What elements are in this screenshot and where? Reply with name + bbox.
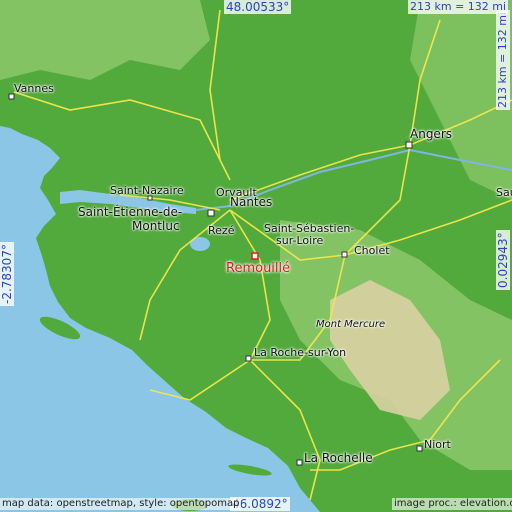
main-place-marker [251, 252, 259, 260]
scale-horizontal-label: 213 km = 132 mi [408, 0, 509, 14]
place-label-saint-sebastien-2: sur-Loire [276, 234, 324, 247]
place-label-mont-mercure: Mont Mercure [316, 319, 386, 330]
coord-top-label: 48.00533° [224, 0, 292, 14]
coord-left-label: -2.78307° [0, 242, 14, 306]
place-label-reze: Rezé [208, 224, 235, 237]
place-label-vannes: Vannes [14, 82, 54, 95]
place-label-cholet: Cholet [354, 244, 390, 257]
place-label-saint-etienne: Saint-Étienne-de- [78, 205, 183, 219]
place-label-saint-nazaire: Saint-Nazaire [110, 184, 184, 197]
place-label-nantes: Nantes [230, 195, 273, 209]
place-label-la-rochelle: La Rochelle [304, 451, 373, 465]
place-label-sau: Sau [496, 186, 512, 199]
map-credit-left: map data: openstreetmap, style: opentopo… [0, 498, 242, 510]
place-label-angers: Angers [410, 127, 452, 141]
main-place-label: Remouillé [226, 261, 291, 276]
coord-right-label: 0.02943° [496, 230, 510, 290]
map-view[interactable]: Vannes Angers Saint-Nazaire Orvault Nant… [0, 0, 512, 512]
terrain-layer [0, 0, 512, 512]
place-label-la-roche: La Roche-sur-Yon [254, 346, 347, 359]
place-label-montluc: Montluc [132, 219, 180, 233]
scale-vertical-label: 213 km = 132 mi [496, 9, 510, 110]
upland-north [0, 0, 210, 80]
place-label-niort: Niort [424, 438, 451, 451]
map-credit-right: image proc.: elevation.city [392, 498, 512, 510]
